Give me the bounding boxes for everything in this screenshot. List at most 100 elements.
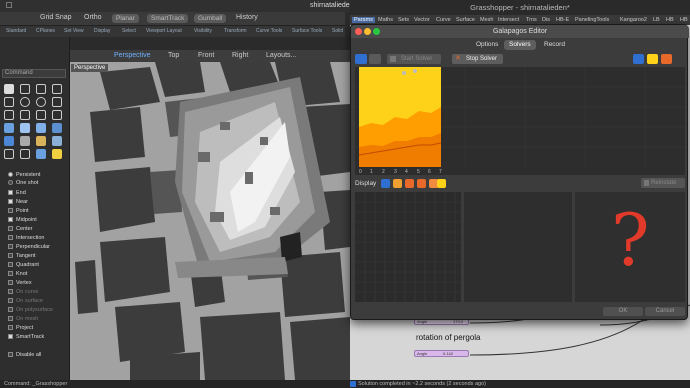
polyline-icon[interactable] bbox=[52, 84, 62, 94]
fillet-icon[interactable] bbox=[36, 110, 46, 120]
tab-hb-2[interactable]: HB bbox=[680, 17, 688, 23]
select-arrow-icon[interactable] bbox=[4, 84, 14, 94]
osnap-end[interactable]: End bbox=[8, 190, 26, 196]
rectangle-icon[interactable] bbox=[52, 97, 62, 107]
tab-curve[interactable]: Curve bbox=[436, 17, 451, 23]
minimize-window-icon[interactable] bbox=[364, 28, 371, 35]
tab-viewport-layout[interactable]: Viewport Layout bbox=[146, 28, 182, 34]
display-mode-1-icon[interactable] bbox=[381, 179, 390, 188]
extrude-icon[interactable] bbox=[36, 123, 46, 133]
polygon-icon[interactable] bbox=[4, 110, 14, 120]
tab-perspective[interactable]: Perspective bbox=[114, 52, 151, 59]
solver-settings-icon[interactable] bbox=[661, 54, 672, 64]
tab-dis[interactable]: Dis bbox=[542, 17, 550, 23]
loft-icon[interactable] bbox=[52, 123, 62, 133]
tab-solid[interactable]: Solid bbox=[332, 28, 343, 34]
reinstate-button[interactable]: Reinstate bbox=[641, 178, 685, 188]
osnap-point[interactable]: Point bbox=[8, 208, 29, 214]
galapagos-editor-window[interactable]: Galapagos Editor Options Solvers Record … bbox=[350, 24, 689, 320]
ellipse-icon[interactable] bbox=[20, 110, 30, 120]
tab-surface-tools[interactable]: Surface Tools bbox=[292, 28, 322, 34]
history-toggle[interactable]: History bbox=[236, 14, 258, 21]
boolean-icon[interactable] bbox=[36, 149, 46, 159]
tab-surface[interactable]: Surface bbox=[456, 17, 475, 23]
grid-icon[interactable] bbox=[6, 2, 12, 8]
command-input[interactable]: Command bbox=[2, 69, 66, 78]
ortho-toggle[interactable]: Ortho bbox=[84, 14, 102, 21]
fitness-minimize-icon[interactable] bbox=[369, 54, 381, 64]
tab-lb[interactable]: LB bbox=[653, 17, 660, 23]
offset-icon[interactable] bbox=[52, 110, 62, 120]
osnap-perpendicular[interactable]: Perpendicular bbox=[8, 244, 50, 250]
osnap-on-surface[interactable]: On surface bbox=[8, 298, 43, 304]
tab-set-view[interactable]: Set View bbox=[64, 28, 84, 34]
tab-front[interactable]: Front bbox=[198, 52, 214, 59]
osnap-intersection[interactable]: Intersection bbox=[8, 235, 44, 241]
osnap-vertex[interactable]: Vertex bbox=[8, 280, 32, 286]
osnap-center[interactable]: Center bbox=[8, 226, 33, 232]
osnap-disable-all[interactable]: Disable all bbox=[8, 352, 41, 358]
arc-icon[interactable] bbox=[36, 97, 46, 107]
tab-params[interactable]: Params bbox=[352, 17, 375, 23]
circle-icon[interactable] bbox=[20, 97, 30, 107]
osnap-quadrant[interactable]: Quadrant bbox=[8, 262, 39, 268]
start-solver-button[interactable]: Start Solver bbox=[387, 54, 441, 64]
display-mode-6-icon[interactable] bbox=[437, 179, 446, 188]
tab-select[interactable]: Select bbox=[122, 28, 136, 34]
tab-record[interactable]: Record bbox=[539, 40, 570, 50]
tab-cplanes[interactable]: CPlanes bbox=[36, 28, 55, 34]
osnap-one-shot[interactable]: One shot bbox=[8, 180, 38, 186]
tab-layouts[interactable]: Layouts... bbox=[266, 52, 296, 59]
mesh-icon[interactable] bbox=[20, 136, 30, 146]
osnap-smarttrack[interactable]: SmartTrack bbox=[8, 334, 44, 340]
planar-toggle[interactable]: Planar bbox=[112, 14, 139, 23]
tab-panelingtools[interactable]: PanelingTools bbox=[575, 17, 609, 23]
tab-curve-tools[interactable]: Curve Tools bbox=[256, 28, 282, 34]
render-icon[interactable] bbox=[52, 136, 62, 146]
osnap-knot[interactable]: Knot bbox=[8, 271, 27, 277]
display-mode-3-icon[interactable] bbox=[405, 179, 414, 188]
osnap-persistent[interactable]: Persistent bbox=[8, 172, 40, 178]
maximize-window-icon[interactable] bbox=[373, 28, 380, 35]
move-icon[interactable] bbox=[20, 149, 30, 159]
solver-evolutionary-icon[interactable] bbox=[633, 54, 644, 64]
tab-top[interactable]: Top bbox=[168, 52, 179, 59]
display-mode-2-icon[interactable] bbox=[393, 179, 402, 188]
tab-options[interactable]: Options bbox=[471, 40, 503, 50]
dimension-icon[interactable] bbox=[52, 149, 62, 159]
osnap-on-mesh[interactable]: On mesh bbox=[8, 316, 38, 322]
tab-right[interactable]: Right bbox=[232, 52, 248, 59]
osnap-on-polysurface[interactable]: On polysurface bbox=[8, 307, 53, 313]
osnap-project[interactable]: Project bbox=[8, 325, 33, 331]
light-icon[interactable] bbox=[36, 136, 46, 146]
surface-icon[interactable] bbox=[4, 123, 14, 133]
display-mode-4-icon[interactable] bbox=[417, 179, 426, 188]
gumball-toggle[interactable]: Gumball bbox=[194, 14, 227, 23]
close-window-icon[interactable] bbox=[355, 28, 362, 35]
tab-display[interactable]: Display bbox=[94, 28, 110, 34]
perspective-viewport[interactable] bbox=[70, 62, 350, 380]
point-icon[interactable] bbox=[20, 84, 30, 94]
smarttrack-toggle[interactable]: SmartTrack bbox=[147, 14, 189, 23]
tab-solvers[interactable]: Solvers bbox=[504, 40, 536, 50]
tab-kangaroo2[interactable]: Kangaroo2 bbox=[620, 17, 647, 23]
tab-transform[interactable]: Transform bbox=[224, 28, 247, 34]
tab-vector[interactable]: Vector bbox=[414, 17, 430, 23]
tab-hb[interactable]: HB bbox=[666, 17, 674, 23]
fitness-maximize-icon[interactable] bbox=[355, 54, 367, 64]
line-icon[interactable] bbox=[36, 84, 46, 94]
tab-standard[interactable]: Standard bbox=[6, 28, 26, 34]
osnap-near[interactable]: Near bbox=[8, 199, 28, 205]
osnap-on-curve[interactable]: On curve bbox=[8, 289, 38, 295]
tab-intersect[interactable]: Intersect bbox=[498, 17, 519, 23]
cancel-button[interactable]: Cancel bbox=[645, 307, 685, 316]
tab-maths[interactable]: Maths bbox=[378, 17, 393, 23]
box-icon[interactable] bbox=[20, 123, 30, 133]
curve-icon[interactable] bbox=[4, 97, 14, 107]
solid-icon[interactable] bbox=[4, 136, 14, 146]
angle-slider[interactable]: Angle 0.142 bbox=[414, 350, 469, 357]
stop-solver-button[interactable]: ✕ Stop Solver bbox=[452, 54, 503, 64]
osnap-tangent[interactable]: Tangent bbox=[8, 253, 36, 259]
ok-button[interactable]: OK bbox=[603, 307, 643, 316]
grid-snap-toggle[interactable]: Grid Snap bbox=[40, 14, 72, 21]
